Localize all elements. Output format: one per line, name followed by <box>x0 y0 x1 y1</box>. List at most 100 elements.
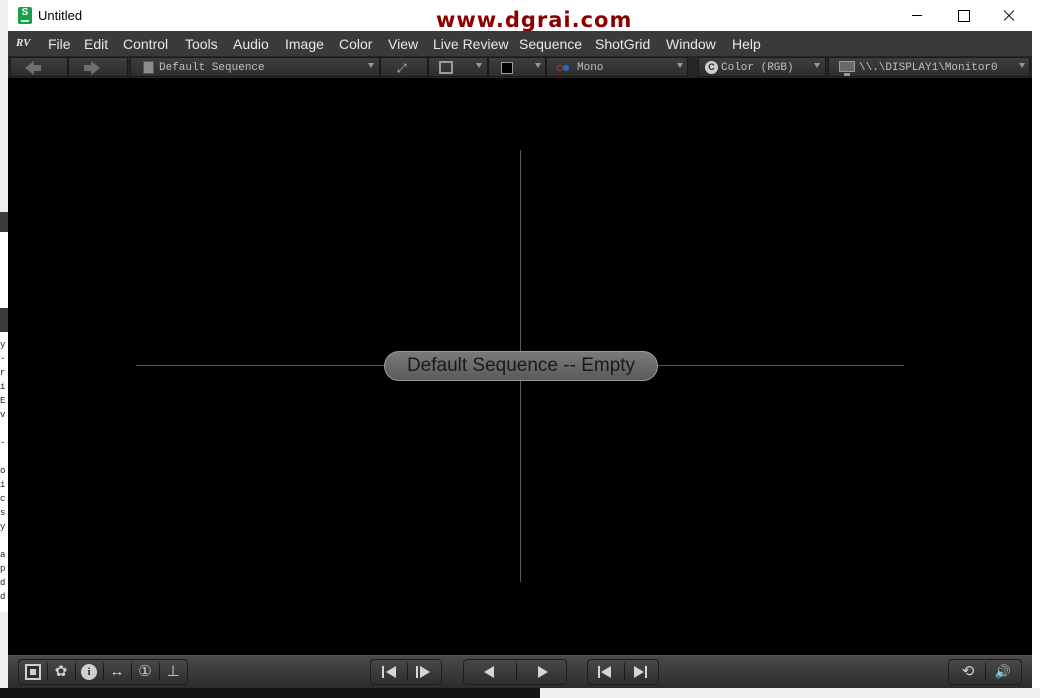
background-window-text: - <box>0 354 6 364</box>
background-window-text: - <box>0 438 6 448</box>
step-forward-button[interactable] <box>407 660 441 684</box>
menu-view[interactable]: View <box>388 36 418 52</box>
timer-button[interactable]: ① <box>131 660 159 684</box>
menu-tools[interactable]: Tools <box>185 36 218 52</box>
background-window-text: v <box>0 410 6 420</box>
session-manager-button[interactable] <box>19 660 47 684</box>
bar-icon <box>645 666 647 678</box>
timeline-button[interactable]: ⊥ <box>159 660 187 684</box>
maximize-button[interactable] <box>940 0 986 31</box>
audio-loop-group: ⟲ 🔊 <box>948 659 1022 685</box>
background-window-bar <box>0 308 8 332</box>
menu-color[interactable]: Color <box>339 36 372 52</box>
close-button[interactable] <box>986 0 1032 31</box>
chevron-down-icon <box>814 63 820 68</box>
play-backward-button[interactable] <box>464 660 516 684</box>
jump-start-icon <box>601 666 611 678</box>
menu-live-review[interactable]: Live Review <box>433 36 508 52</box>
menu-image[interactable]: Image <box>285 36 324 52</box>
menu-shotgrid[interactable]: ShotGrid <box>595 36 650 52</box>
background-window-text: o <box>0 466 6 476</box>
bar-icon <box>598 666 600 678</box>
wipe-button[interactable]: ↔ <box>103 660 131 684</box>
menu-window[interactable]: Window <box>666 36 716 52</box>
arrow-right-icon <box>84 61 100 75</box>
chevron-down-icon <box>1019 63 1025 68</box>
watermark-text: www.dgrai.com <box>436 8 633 32</box>
background-window-text: y <box>0 522 6 532</box>
background-window-text: E <box>0 396 6 406</box>
play-forward-button[interactable] <box>516 660 568 684</box>
color-tools-button[interactable]: ✿ <box>47 660 75 684</box>
background-window-bar <box>0 212 8 232</box>
menu-control[interactable]: Control <box>123 36 168 52</box>
rv-application: y-riEv-oicsyapdd S Untitled www.dgrai.co… <box>0 0 1040 698</box>
sequence-select-value: Default Sequence <box>159 62 265 74</box>
background-window-text: i <box>0 480 6 490</box>
tool-buttons-group: ✿ i ↔ ① ⊥ <box>18 659 188 685</box>
menu-help[interactable]: Help <box>732 36 761 52</box>
background-window-strip: y-riEv-oicsyapdd <box>0 212 8 612</box>
rv-app-icon: S <box>18 7 32 24</box>
playback-control-bar: ✿ i ↔ ① ⊥ ⟲ 🔊 <box>8 655 1032 688</box>
expand-icon: ⤢ <box>397 61 407 75</box>
title-bar: S Untitled www.dgrai.com <box>8 0 1040 31</box>
chevron-down-icon <box>476 63 482 68</box>
crop-select[interactable] <box>428 57 488 77</box>
rv-logo: RV <box>16 37 31 49</box>
frame-view-button[interactable]: ⤢ <box>380 57 428 77</box>
stereo-mode-value: Mono <box>577 62 604 74</box>
empty-sequence-label: Default Sequence -- Empty <box>384 351 658 381</box>
background-window-text: a <box>0 550 6 560</box>
background-window-text: y <box>0 340 6 350</box>
timer-icon: ① <box>138 663 152 680</box>
forward-button[interactable] <box>68 57 128 77</box>
background-window-text: p <box>0 564 6 574</box>
jump-end-icon <box>634 666 644 678</box>
background-taskbar-edge <box>0 688 540 698</box>
play-forward-icon <box>538 666 548 678</box>
image-viewport[interactable]: Default Sequence -- Empty <box>8 78 1032 655</box>
back-button[interactable] <box>10 57 68 77</box>
color-icon: C <box>705 61 718 74</box>
background-window-text: i <box>0 382 6 392</box>
step-back-button[interactable] <box>373 660 407 684</box>
info-button[interactable]: i <box>75 660 103 684</box>
frame-icon <box>439 61 453 74</box>
volume-icon: 🔊 <box>994 664 1012 679</box>
background-color-select[interactable] <box>488 57 546 77</box>
step-back-icon <box>386 666 396 678</box>
background-swatch-icon <box>501 62 513 74</box>
loop-icon: ⟲ <box>961 663 975 680</box>
display-select[interactable]: \\.\DISPLAY1\Monitor0 <box>828 57 1030 77</box>
bar-icon <box>382 666 384 678</box>
jump-buttons-group <box>587 659 659 685</box>
display-value: \\.\DISPLAY1\Monitor0 <box>859 62 998 74</box>
loop-mode-button[interactable]: ⟲ <box>951 660 985 684</box>
step-buttons-group <box>370 659 442 685</box>
menu-sequence[interactable]: Sequence <box>519 36 582 52</box>
stereo-mode-select[interactable]: Mono <box>546 57 688 77</box>
info-icon: i <box>81 664 97 680</box>
sequence-select[interactable]: Default Sequence <box>130 57 380 77</box>
sequence-icon <box>143 61 154 74</box>
background-window-text: d <box>0 592 6 602</box>
monitor-icon <box>839 61 855 76</box>
timeline-icon: ⊥ <box>166 663 180 680</box>
menu-audio[interactable]: Audio <box>233 36 269 52</box>
play-buttons-group <box>463 659 567 685</box>
background-window-text: s <box>0 508 6 518</box>
menu-edit[interactable]: Edit <box>84 36 108 52</box>
volume-button[interactable]: 🔊 <box>986 660 1020 684</box>
background-window-text: r <box>0 368 6 378</box>
background-window-text: d <box>0 578 6 588</box>
play-backward-icon <box>484 666 494 678</box>
color-wheel-icon: ✿ <box>54 663 68 680</box>
color-space-select[interactable]: C Color (RGB) <box>698 57 826 77</box>
jump-end-button[interactable] <box>624 660 660 684</box>
jump-start-button[interactable] <box>588 660 624 684</box>
tool-bar: Default Sequence ⤢ Mono C Color (RGB) \\… <box>8 56 1032 78</box>
blue-dot-icon <box>563 65 569 71</box>
menu-file[interactable]: File <box>48 36 71 52</box>
minimize-button[interactable] <box>894 0 940 31</box>
